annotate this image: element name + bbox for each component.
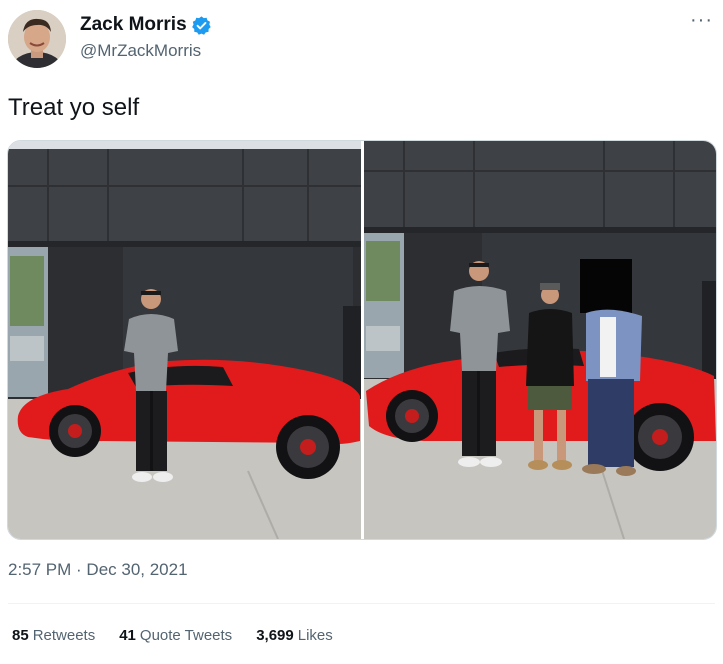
tweet-stats: 85 Retweets 41 Quote Tweets 3,699 Likes (12, 627, 333, 644)
avatar-image (8, 10, 66, 68)
quote-tweets-count: 41 (119, 627, 136, 644)
tweet-photo-1[interactable] (8, 141, 361, 539)
more-options-icon[interactable]: ··· (690, 10, 713, 30)
tweet-media-grid (7, 140, 717, 540)
divider (8, 603, 715, 604)
likes-stat[interactable]: 3,699 Likes (256, 627, 333, 644)
author-avatar[interactable] (8, 10, 66, 68)
author-handle[interactable]: @MrZackMorris (80, 41, 201, 61)
likes-count: 3,699 (256, 627, 294, 644)
retweets-stat[interactable]: 85 Retweets (12, 627, 95, 644)
photo-1-image (8, 141, 361, 539)
quote-tweets-stat[interactable]: 41 Quote Tweets (119, 627, 232, 644)
quote-tweets-label: Quote Tweets (139, 627, 233, 644)
tweet-text: Treat yo self (8, 94, 140, 121)
likes-label: Likes (297, 627, 333, 644)
verified-badge-icon (191, 15, 212, 36)
tweet-timestamp[interactable]: 2:57 PM · Dec 30, 2021 (8, 560, 188, 580)
photo-2-image (364, 141, 716, 539)
retweets-count: 85 (12, 627, 29, 644)
tweet-photo-2[interactable] (364, 141, 716, 539)
author-display-name[interactable]: Zack Morris (80, 14, 187, 36)
author-name-row[interactable]: Zack Morris (80, 14, 212, 36)
retweets-label: Retweets (32, 627, 96, 644)
